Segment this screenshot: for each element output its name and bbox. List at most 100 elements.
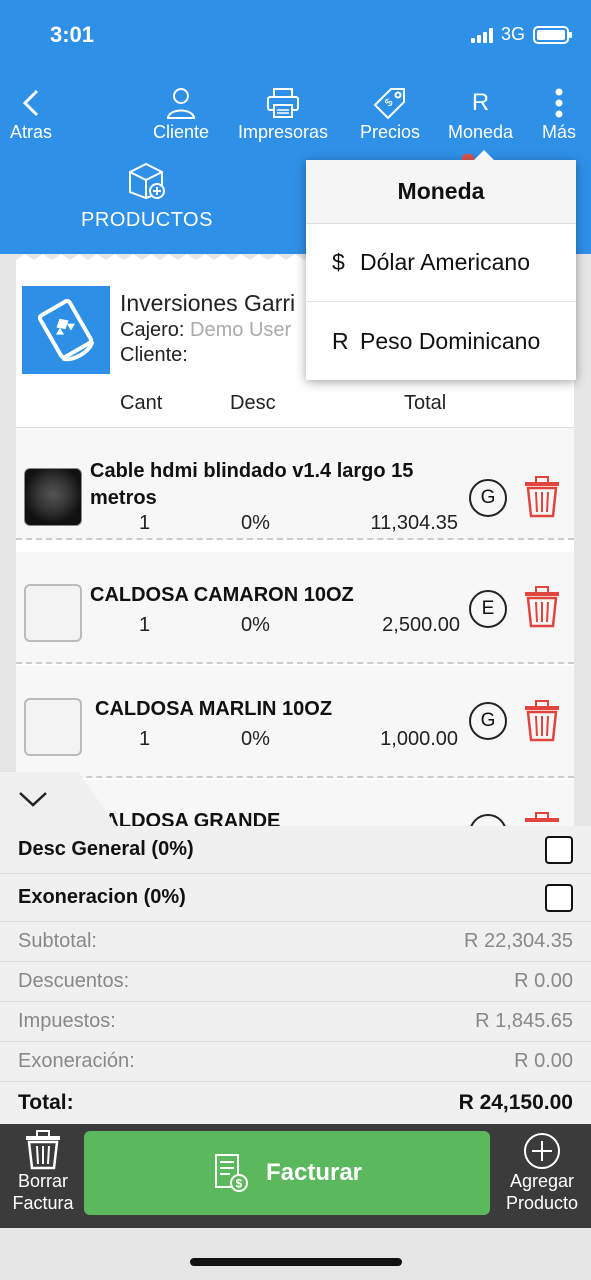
impresoras-button[interactable]: Impresoras — [238, 86, 328, 143]
person-icon — [166, 86, 196, 120]
cliente-label: Cliente — [153, 122, 210, 142]
facturar-label: Facturar — [265, 1159, 363, 1186]
cajero-value: Demo User — [190, 319, 292, 341]
back-button[interactable]: Atras — [10, 86, 52, 143]
cliente-button[interactable]: Cliente — [153, 86, 209, 143]
business-logo — [22, 286, 110, 374]
trash-icon[interactable] — [524, 586, 560, 633]
agregar-producto-button[interactable]: Agregar Producto — [497, 1132, 587, 1214]
battery-icon — [533, 25, 572, 44]
subtotal-value: R 22,304.35 — [464, 930, 573, 952]
bottom-action-bar: Borrar Factura $ Facturar Agregar Produc… — [0, 1124, 591, 1228]
borrar-label-2: Factura — [12, 1193, 74, 1213]
dropdown-title: Moneda — [306, 160, 576, 224]
exoneracion-amount-label: Exoneración: — [18, 1050, 135, 1072]
tax-badge[interactable]: G — [469, 479, 507, 517]
precios-button[interactable]: $ Precios — [360, 86, 420, 143]
descuentos-row: Descuentos: R 0.00 — [0, 962, 591, 1002]
agregar-label-1: Agregar — [509, 1171, 575, 1191]
trash-icon[interactable] — [524, 700, 560, 747]
exoneracion-row[interactable]: Exoneracion (0%) — [0, 874, 591, 922]
exoneracion-amount-row: Exoneración: R 0.00 — [0, 1042, 591, 1082]
item-total: 11,304.35 — [370, 512, 459, 534]
mas-label: Más — [542, 122, 577, 142]
impuestos-value: R 1,845.65 — [475, 1010, 573, 1032]
option-dolar-americano[interactable]: $ Dólar Americano — [306, 224, 576, 302]
product-thumbnail — [24, 468, 82, 526]
business-name: Inversiones Garri — [120, 290, 296, 316]
tax-badge[interactable]: E — [469, 590, 507, 628]
option-peso-dominicano[interactable]: R Peso Dominicano — [306, 302, 576, 380]
option-label: Peso Dominicano — [360, 327, 541, 354]
facturar-button[interactable]: $ Facturar — [84, 1131, 490, 1215]
item-qty[interactable]: 1 — [139, 728, 150, 751]
item-qty[interactable]: 1 — [139, 614, 150, 637]
list-item[interactable]: CALDOSA CAMARON 10OZ 1 0% 2,500.00 E — [16, 552, 574, 664]
total-value: R 24,150.00 — [458, 1091, 573, 1114]
more-vertical-icon — [554, 86, 564, 120]
summary-panel: Desc General (0%) Exoneracion (0%) Subto… — [0, 772, 591, 1124]
collapse-summary-button[interactable] — [0, 772, 80, 828]
moneda-button[interactable]: R Moneda — [448, 86, 513, 143]
subtotal-label: Subtotal: — [18, 930, 97, 952]
total-label: Total: — [18, 1091, 74, 1114]
moneda-label: Moneda — [448, 122, 514, 142]
agregar-label-2: Producto — [505, 1193, 579, 1213]
chevron-left-icon — [21, 86, 41, 120]
home-indicator[interactable] — [190, 1258, 402, 1266]
borrar-label-1: Borrar — [17, 1171, 68, 1191]
item-name: CALDOSA MARLIN 10OZ — [95, 698, 333, 720]
currency-dropdown: Moneda $ Dólar Americano R Peso Dominica… — [306, 150, 576, 380]
exoneracion-amount-value: R 0.00 — [514, 1050, 573, 1072]
summary-tab-slant — [78, 772, 118, 828]
item-total: 2,500.00 — [382, 614, 460, 636]
descuentos-value: R 0.00 — [514, 970, 573, 992]
tab-productos-label: PRODUCTOS — [81, 209, 213, 231]
item-discount[interactable]: 0% — [241, 728, 270, 751]
column-desc: Desc — [230, 392, 276, 414]
tax-badge[interactable]: G — [469, 702, 507, 740]
status-time: 3:01 — [50, 22, 95, 47]
descuentos-label: Descuentos: — [18, 970, 130, 992]
products-box-icon — [126, 160, 168, 205]
chevron-down-icon — [19, 792, 47, 807]
currency-icon: R — [471, 89, 490, 116]
tab-productos[interactable]: PRODUCTOS — [72, 160, 222, 232]
summary-body: Desc General (0%) Exoneracion (0%) Subto… — [0, 826, 591, 1124]
item-total: 1,000.00 — [380, 728, 458, 750]
list-item[interactable]: CALDOSA MARLIN 10OZ 1 0% 1,000.00 G — [16, 666, 574, 778]
desc-general-checkbox[interactable] — [545, 835, 573, 864]
exoneracion-label: Exoneracion (0%) — [18, 886, 186, 908]
item-discount[interactable]: 0% — [241, 614, 270, 637]
product-box-icon — [24, 584, 82, 642]
peso-symbol: R — [332, 327, 349, 354]
invoice-icon: $ — [214, 1154, 248, 1192]
list-item[interactable]: Cable hdmi blindado v1.4 largo 15 metros… — [16, 428, 574, 540]
plus-circle-icon — [524, 1133, 560, 1169]
impuestos-label: Impuestos: — [18, 1010, 116, 1032]
subtotal-row: Subtotal: R 22,304.35 — [0, 922, 591, 962]
item-discount[interactable]: 0% — [241, 512, 270, 535]
cliente-field-label: Cliente: — [120, 344, 188, 366]
impresoras-label: Impresoras — [238, 122, 329, 142]
option-label: Dólar Americano — [360, 249, 531, 275]
cajero-label: Cajero: — [120, 319, 185, 341]
trash-icon[interactable] — [524, 476, 560, 523]
back-label: Atras — [10, 122, 53, 142]
price-tag-icon: $ — [373, 86, 407, 120]
desc-general-row[interactable]: Desc General (0%) — [0, 826, 591, 874]
column-cant: Cant — [120, 392, 163, 414]
item-name: CALDOSA CAMARON 10OZ — [90, 584, 354, 606]
mas-button[interactable]: Más — [542, 86, 576, 143]
item-qty[interactable]: 1 — [139, 512, 150, 535]
borrar-factura-button[interactable]: Borrar Factura — [4, 1130, 82, 1214]
column-total: Total — [404, 392, 447, 414]
signal-icon — [470, 27, 493, 43]
impuestos-row: Impuestos: R 1,845.65 — [0, 1002, 591, 1042]
printer-icon — [266, 86, 300, 120]
svg-text:$: $ — [383, 96, 396, 109]
business-header: Inversiones Garri Cajero: Demo User Clie… — [22, 286, 295, 374]
product-box-icon — [24, 698, 82, 756]
exoneracion-checkbox[interactable] — [545, 883, 573, 912]
network-label: 3G — [500, 24, 525, 44]
